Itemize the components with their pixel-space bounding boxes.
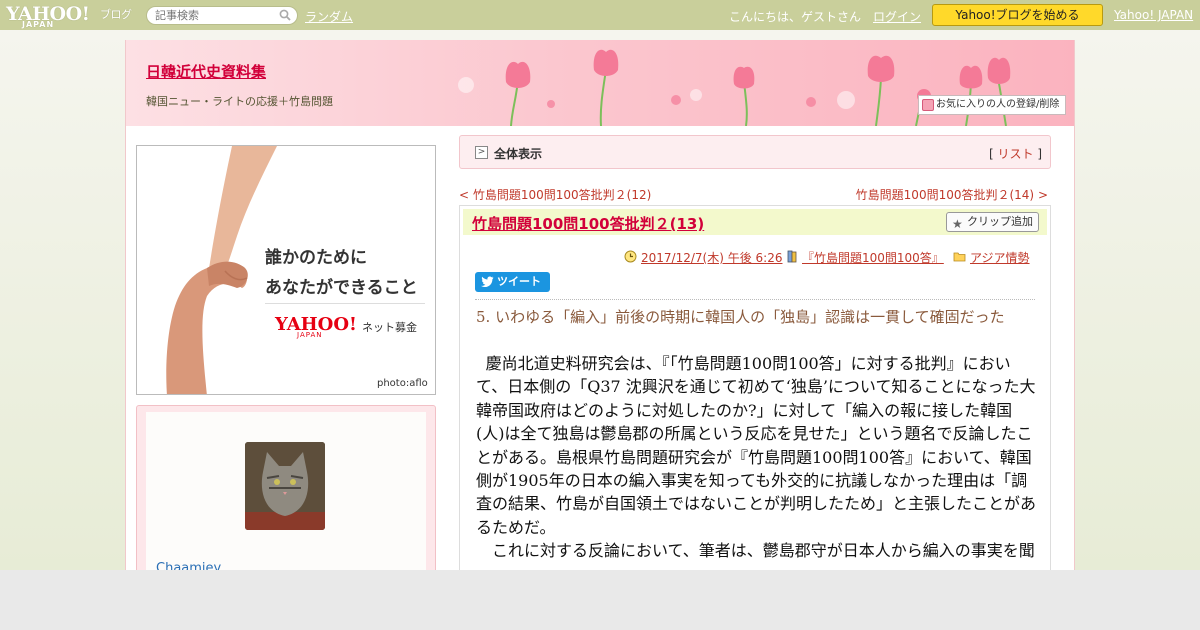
prev-article-nav: < 竹島問題100問100答批判２(12) [459, 186, 651, 203]
breadcrumb-label: 全体表示 [494, 147, 543, 161]
hands-image [166, 146, 277, 394]
next-article-nav: 竹島問題100問100答批判２(14) > [856, 186, 1048, 203]
blog-header: 日韓近代史資料集 韓国ニュー・ライトの応援＋竹島問題 お気に入りの人の登録/削除 [126, 40, 1074, 126]
favorite-register-button[interactable]: お気に入りの人の登録/削除 [918, 95, 1066, 115]
ad-photo-credit: photo:aflo [377, 378, 428, 389]
cat-avatar-icon [245, 442, 325, 530]
ad-text-line1: 誰かのために [265, 248, 367, 268]
tweet-button-label: ツイート [497, 275, 541, 288]
article-title[interactable]: 竹島問題100問100答批判２(13) [472, 213, 704, 234]
start-blog-button[interactable]: Yahoo!ブログを始める [932, 4, 1103, 26]
ad-text-line2: あなたができること [265, 278, 418, 298]
article: 竹島問題100問100答批判２(13) ★ クリップ追加 2017/12/7(木… [459, 205, 1051, 570]
blog-title[interactable]: 日韓近代史資料集 [146, 61, 266, 82]
folder-icon [953, 252, 966, 262]
breadcrumb-list: [ リスト ] [989, 145, 1042, 162]
article-section-heading: 5. いわゆる「編入」前後の時期に韓国人の「独島」認識は一貫して確固だった [476, 308, 1005, 326]
random-link[interactable]: ランダム [305, 8, 353, 25]
star-icon: ★ [952, 217, 963, 231]
list-link[interactable]: リスト [997, 147, 1033, 161]
avatar[interactable] [245, 442, 325, 530]
profile-box: Chaamiey [136, 405, 436, 570]
breadcrumb: > 全体表示 [ リスト ] [459, 135, 1051, 169]
login-link[interactable]: ログイン [873, 8, 921, 25]
article-paragraph: 慶尚北道史料研究会は、『「竹島問題100問100答」に対する批判』において、日本… [476, 354, 1037, 537]
article-body: 慶尚北道史料研究会は、『「竹島問題100問100答」に対する批判』において、日本… [476, 352, 1039, 563]
prev-article-link[interactable]: 竹島問題100問100答批判２(12) [473, 188, 651, 202]
favorite-icon [922, 99, 934, 111]
prev-arrow: < [459, 188, 473, 202]
donation-ad-banner[interactable]: 誰かのために あなたができること YAHOO! JAPAN ネット募金 phot… [136, 145, 436, 395]
article-book-link[interactable]: 『竹島問題100問100答』 [802, 249, 944, 266]
top-bar: YAHOO! JAPAN ブログ ランダム こんにちは、ゲストさん ログイン Y… [0, 0, 1200, 30]
tweet-button[interactable]: ツイート [475, 272, 550, 292]
clip-button-label: クリップ追加 [967, 215, 1033, 228]
article-category-link[interactable]: アジア情勢 [970, 249, 1030, 266]
clock-icon [624, 250, 637, 263]
logo-service: ブログ [100, 8, 132, 21]
ad-divider [265, 303, 425, 304]
bottom-strip [0, 570, 1200, 630]
profile-name[interactable]: Chaamiey [156, 561, 221, 570]
article-date-link[interactable]: 2017/12/7(木) 午後 6:26 [641, 249, 782, 266]
article-paragraph: これに対する反論において、筆者は、鬱島郡守が日本人から編入の事実を聞 [492, 541, 1035, 561]
yahoo-blog-logo[interactable]: YAHOO! JAPAN ブログ [6, 3, 132, 29]
article-header: 竹島問題100問100答批判２(13) ★ クリップ追加 [463, 209, 1047, 235]
arrow-right-icon: > [475, 146, 488, 159]
greeting-text: こんにちは、ゲストさん [729, 10, 862, 24]
next-article-link[interactable]: 竹島問題100問100答批判２(14) [856, 188, 1034, 202]
next-arrow: > [1034, 188, 1048, 202]
blog-page: 日韓近代史資料集 韓国ニュー・ライトの応援＋竹島問題 お気に入りの人の登録/削除… [125, 40, 1075, 570]
search-icon[interactable] [279, 9, 291, 21]
yahoo-japan-link[interactable]: Yahoo! JAPAN [1114, 8, 1193, 22]
logo-sub: JAPAN [22, 20, 55, 29]
search-input[interactable] [146, 6, 298, 25]
book-icon [787, 250, 797, 263]
bracket-close: ] [1033, 147, 1042, 161]
ad-brand-tail: ネット募金 [362, 321, 417, 334]
profile-inner: Chaamiey [146, 412, 426, 570]
article-separator [475, 299, 1035, 300]
twitter-bird-icon [481, 276, 494, 288]
blog-description: 韓国ニュー・ライトの応援＋竹島問題 [146, 95, 333, 108]
favorite-button-label: お気に入りの人の登録/削除 [936, 99, 1060, 110]
ad-yahoo-logo-sub: JAPAN [297, 331, 323, 339]
clip-add-button[interactable]: ★ クリップ追加 [946, 212, 1039, 232]
